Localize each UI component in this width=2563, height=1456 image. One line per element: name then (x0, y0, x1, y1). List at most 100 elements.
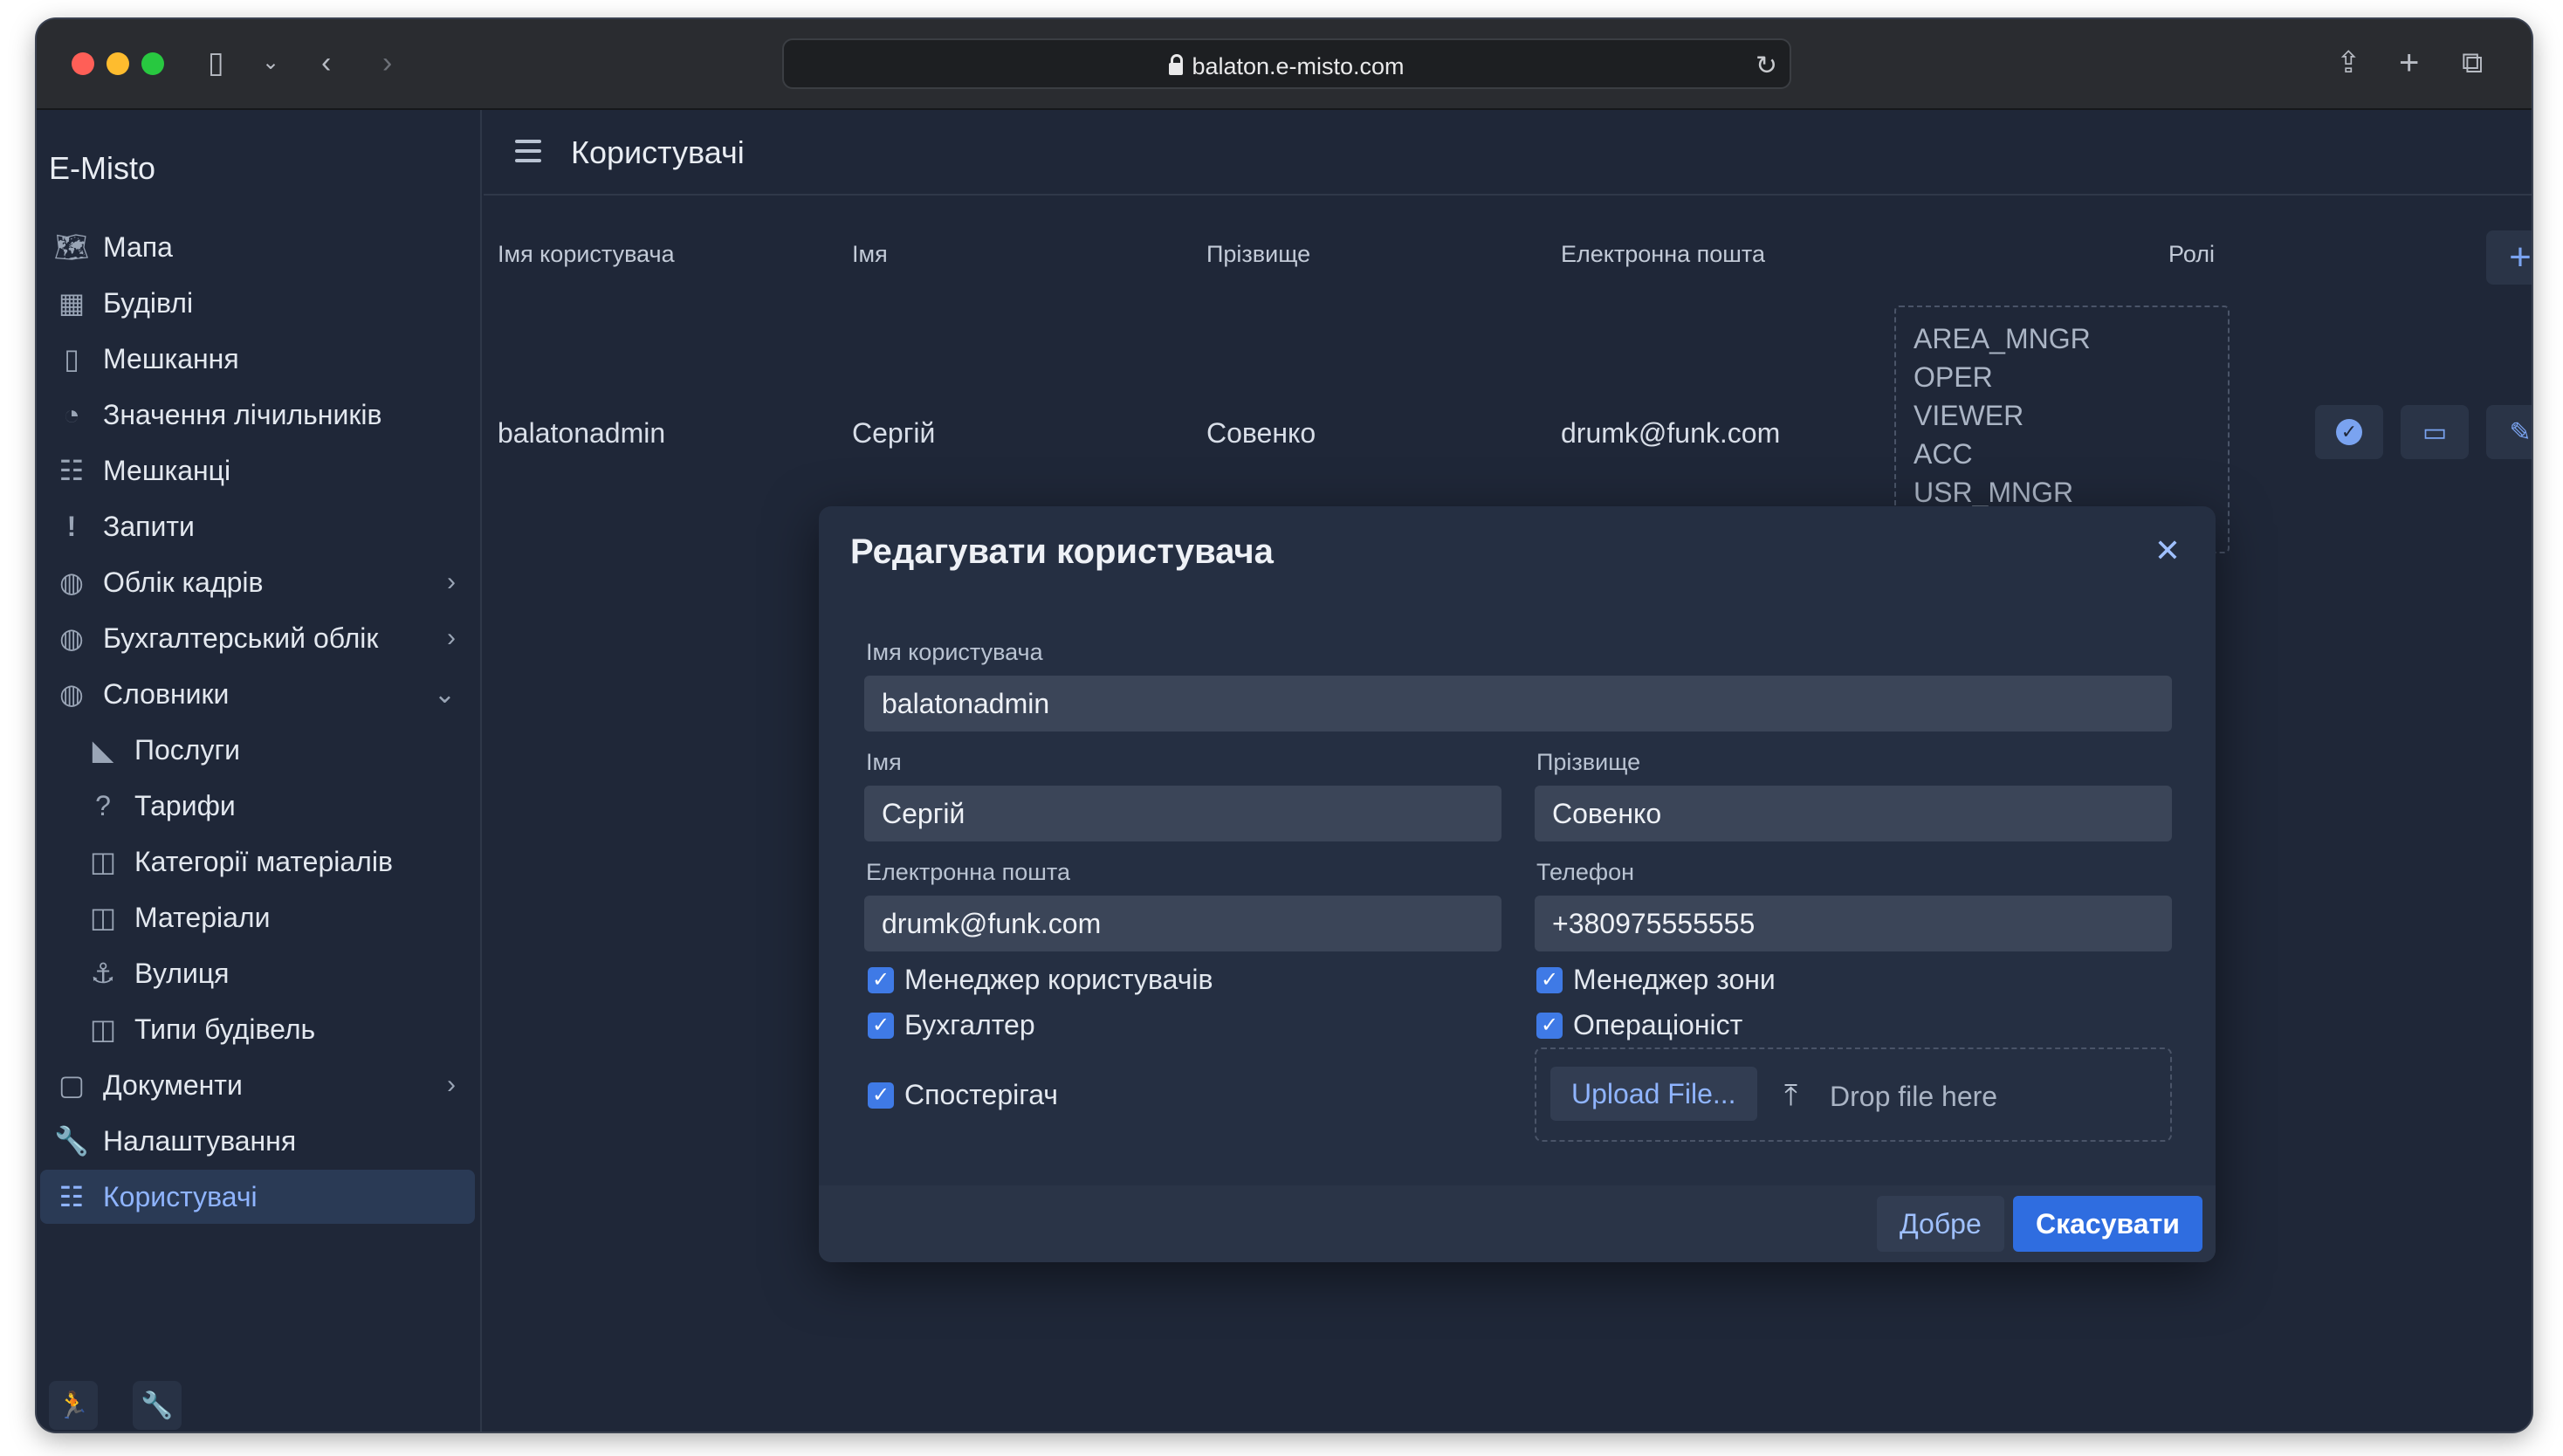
first-name-label: Імя (866, 749, 902, 775)
checkbox-accountant[interactable]: ✓ Бухгалтер (868, 1009, 1035, 1041)
book-icon: ◫ (89, 846, 117, 877)
globe-icon: ◍ (59, 678, 84, 710)
cancel-button[interactable]: Скасувати (2013, 1196, 2202, 1252)
address-bar[interactable]: balaton.e-misto.com ↻ (782, 38, 1791, 89)
column-header-email[interactable]: Електронна пошта (1561, 241, 1765, 268)
sidebar-item-hr[interactable]: ◍ Облік кадрів › (40, 555, 475, 609)
plus-icon: + (2509, 236, 2532, 278)
building-icon: ▦ (58, 287, 86, 319)
door-icon: ▯ (64, 343, 79, 374)
role-item: AREA_MNGR (1914, 323, 2091, 354)
back-icon[interactable]: ‹ (321, 45, 331, 80)
checkbox-checked-icon: ✓ (868, 966, 894, 993)
users-icon: ☷ (58, 1181, 85, 1212)
first-name-input[interactable] (864, 786, 1501, 841)
brand-title: E-Misto (49, 150, 156, 186)
role-item: OPER (1914, 361, 1993, 393)
globe-icon: ◍ (59, 567, 84, 598)
dialog-title: Редагувати користувача (850, 532, 1274, 571)
new-tab-icon[interactable]: + (2399, 45, 2419, 80)
services-icon: ◣ (92, 734, 114, 766)
sidebar-item-street[interactable]: ⚓ Вулиця (40, 946, 475, 1000)
add-user-button[interactable]: + (2486, 230, 2532, 285)
share-icon[interactable]: ⇪ (2336, 45, 2361, 80)
email-label: Електронна пошта (866, 859, 1071, 885)
url-text: balaton.e-misto.com (1192, 53, 1405, 79)
close-window-button[interactable] (72, 52, 94, 75)
question-icon: ? (95, 789, 111, 821)
document-icon: ▢ (58, 1069, 86, 1101)
chevron-down-icon[interactable]: ⌄ (262, 45, 279, 80)
wrench-icon: 🔧 (54, 1125, 89, 1157)
sidebar-item-dictionaries[interactable]: ◍ Словники ⌄ (40, 667, 475, 721)
checkbox-viewer[interactable]: ✓ Спостерігач (868, 1079, 1058, 1111)
minimize-window-button[interactable] (107, 52, 129, 75)
sidebar: E-Misto 🗺 Мапа ▦ Будівлі ▯ Мешкання ◔ Значен… (37, 110, 482, 1432)
confirm-row-button[interactable]: ✓ (2315, 405, 2383, 459)
page-title: Користувачі (571, 134, 745, 170)
sidebar-item-users[interactable]: ☷ Користувачі (40, 1170, 475, 1224)
cell-username: balatonadmin (498, 417, 666, 449)
exclamation-icon: ! (66, 510, 77, 542)
sidebar-item-materials[interactable]: ◫ Матеріали (40, 890, 475, 944)
username-input[interactable] (864, 676, 2172, 731)
run-icon[interactable]: 🏃 (49, 1381, 98, 1430)
edit-icon: ✎ (2509, 417, 2532, 447)
book-icon: ◫ (89, 1013, 117, 1045)
sidebar-item-map[interactable]: 🗺 Мапа (40, 220, 475, 274)
column-header-username[interactable]: Імя користувача (498, 241, 675, 268)
sidebar-item-settings[interactable]: 🔧 Налаштування (40, 1114, 475, 1168)
reload-icon[interactable]: ↻ (1756, 51, 1777, 81)
globe-icon: ◍ (59, 622, 84, 654)
menu-icon[interactable] (515, 140, 541, 162)
column-header-first-name[interactable]: Імя (852, 241, 888, 268)
role-item: ACC (1914, 438, 1973, 470)
column-header-last-name[interactable]: Прізвище (1206, 241, 1310, 268)
edit-user-dialog: Редагувати користувача ✕ Імя користувача… (819, 506, 2216, 1262)
checkbox-area-manager[interactable]: ✓ Менеджер зони (1536, 964, 1776, 996)
sidebar-item-accounting[interactable]: ◍ Бухгалтерський облік › (40, 611, 475, 665)
checkbox-checked-icon: ✓ (868, 1012, 894, 1039)
sidebar-item-documents[interactable]: ▢ Документи › (40, 1058, 475, 1112)
dialog-footer: Добре Скасувати (819, 1185, 2216, 1262)
checkbox-user-manager[interactable]: ✓ Менеджер користувачів (868, 964, 1213, 996)
last-name-input[interactable] (1535, 786, 2172, 841)
keyboard-icon: ▭ (2422, 417, 2448, 447)
chevron-right-icon: › (447, 1070, 456, 1099)
browser-window: ▯ ⌄ ‹ › balaton.e-misto.com ↻ ⇪ + ⧉ E-Mi… (37, 19, 2532, 1432)
sidebar-item-material-categories[interactable]: ◫ Категорії матеріалів (40, 834, 475, 889)
tabs-overview-icon[interactable]: ⧉ (2462, 45, 2483, 80)
column-header-roles[interactable]: Ролі (2168, 241, 2215, 268)
check-circle-icon: ✓ (2336, 419, 2362, 445)
sidebar-item-buildings[interactable]: ▦ Будівлі (40, 276, 475, 330)
email-input[interactable] (864, 896, 1501, 951)
sidebar-item-meter-values[interactable]: ◔ Значення лічильників (40, 388, 475, 442)
last-name-label: Прізвище (1536, 749, 1641, 775)
password-row-button[interactable]: ▭ (2401, 405, 2469, 459)
sidebar-item-services[interactable]: ◣ Послуги (40, 723, 475, 777)
close-icon[interactable]: ✕ (2154, 532, 2181, 569)
zoom-window-button[interactable] (141, 52, 164, 75)
ok-button[interactable]: Добре (1877, 1196, 2004, 1252)
sidebar-item-requests[interactable]: ! Запити (40, 499, 475, 553)
users-icon: ☷ (58, 455, 85, 486)
sidebar-item-building-types[interactable]: ◫ Типи будівель (40, 1002, 475, 1056)
cell-first-name: Сергій (852, 417, 936, 449)
file-dropzone[interactable]: Upload File... ⤒ Drop file here (1535, 1047, 2172, 1142)
sidebar-toggle-icon[interactable]: ▯ (208, 45, 224, 80)
sidebar-item-tariffs[interactable]: ? Тарифи (40, 779, 475, 833)
phone-input[interactable] (1535, 896, 2172, 951)
username-label: Імя користувача (866, 639, 1043, 665)
anchor-icon: ⚓ (90, 958, 116, 989)
role-item: VIEWER (1914, 400, 2024, 431)
chevron-right-icon: › (447, 567, 456, 596)
forward-icon[interactable]: › (382, 45, 392, 80)
upload-file-button[interactable]: Upload File... (1550, 1067, 1757, 1121)
wrench-icon[interactable]: 🔧 (133, 1381, 182, 1430)
upload-icon: ⤒ (1784, 1079, 1798, 1112)
checkbox-operator[interactable]: ✓ Операціоніст (1536, 1009, 1742, 1041)
sidebar-item-apartments[interactable]: ▯ Мешкання (40, 332, 475, 386)
page-header: Користувачі (484, 110, 2532, 196)
edit-row-button[interactable]: ✎ (2486, 405, 2532, 459)
sidebar-item-residents[interactable]: ☷ Мешканці (40, 443, 475, 498)
